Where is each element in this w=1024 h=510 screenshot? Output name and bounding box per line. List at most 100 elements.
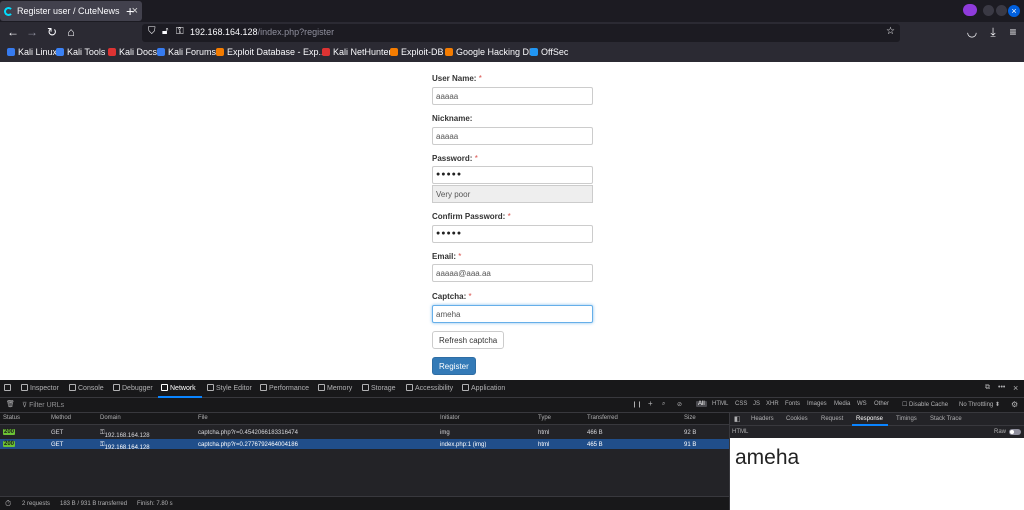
bookmark-exploit-database[interactable]: Exploit Database - Exp... xyxy=(216,47,326,57)
bookmark-exploit-db[interactable]: Exploit-DB xyxy=(390,47,444,57)
tab-storage[interactable]: Storage xyxy=(362,384,396,392)
search-icon[interactable]: ⌕ xyxy=(662,401,665,408)
back-icon[interactable]: ← xyxy=(6,25,20,39)
nickname-input[interactable] xyxy=(432,127,593,145)
url-bar[interactable]: ⛉ 🔓︎ ⚿ 192.168.164.128/index.php?registe… xyxy=(142,24,900,42)
element-picker-icon[interactable] xyxy=(4,384,13,392)
performance-analysis-icon[interactable]: ⏱ xyxy=(5,499,11,509)
tab-response[interactable]: Response xyxy=(856,416,883,422)
maximize-button[interactable] xyxy=(996,5,1007,16)
column-domain[interactable]: Domain xyxy=(100,415,121,421)
bookmark-star-icon[interactable]: ☆ xyxy=(886,26,895,37)
filter-ws[interactable]: WS xyxy=(857,401,867,407)
tab-network[interactable]: Network xyxy=(161,384,196,392)
tab-stack-trace[interactable]: Stack Trace xyxy=(930,416,962,422)
dock-options-icon[interactable]: ⧉ xyxy=(985,384,990,392)
tab-application[interactable]: Application xyxy=(462,384,505,392)
page-content: User Name: * Nickname: Password: * ●●●●●… xyxy=(0,62,1024,380)
filter-all[interactable]: All xyxy=(696,401,707,407)
column-transferred[interactable]: Transferred xyxy=(587,415,618,421)
tab-inspector[interactable]: Inspector xyxy=(21,384,59,392)
tab-performance[interactable]: Performance xyxy=(260,384,309,392)
tab-console[interactable]: Console xyxy=(69,384,104,392)
column-initiator[interactable]: Initiator xyxy=(440,415,460,421)
username-label: User Name: * xyxy=(432,74,482,83)
filter-xhr[interactable]: XHR xyxy=(766,401,779,407)
block-icon[interactable]: ⊘ xyxy=(677,401,682,408)
username-input[interactable] xyxy=(432,87,593,105)
kali-forums-icon xyxy=(157,48,165,56)
key-icon[interactable]: ⚿ xyxy=(176,26,184,37)
refresh-captcha-button[interactable]: Refresh captcha xyxy=(432,331,505,349)
bookmark-kali-forums[interactable]: Kali Forums xyxy=(157,47,216,57)
pocket-icon[interactable]: ◡ xyxy=(965,25,979,39)
column-status[interactable]: Status xyxy=(3,415,20,421)
column-file[interactable]: File xyxy=(198,415,208,421)
trash-icon[interactable]: 🗑︎ xyxy=(6,400,15,408)
tab-request[interactable]: Request xyxy=(821,416,843,422)
raw-toggle[interactable] xyxy=(1009,429,1021,435)
filter-media[interactable]: Media xyxy=(834,401,850,407)
column-size[interactable]: Size xyxy=(684,415,696,421)
tab-headers[interactable]: Headers xyxy=(751,416,774,422)
filter-css[interactable]: CSS xyxy=(735,401,747,407)
tab-memory[interactable]: Memory xyxy=(318,384,352,392)
tab-debugger[interactable]: Debugger xyxy=(113,384,153,392)
home-icon[interactable]: ⌂ xyxy=(64,25,78,39)
storage-icon xyxy=(362,384,369,391)
new-tab-button[interactable]: + xyxy=(126,3,134,19)
row-size: 91 B xyxy=(684,442,697,448)
tab-style-editor[interactable]: Style Editor xyxy=(207,384,252,392)
confirm-password-input[interactable]: ●●●●● xyxy=(432,225,593,243)
column-type[interactable]: Type xyxy=(538,415,551,421)
network-settings-icon[interactable]: ⚙ xyxy=(1011,400,1018,409)
register-button[interactable]: Register xyxy=(432,357,476,375)
nickname-label: Nickname: xyxy=(432,114,473,123)
window-close-button[interactable]: × xyxy=(1008,5,1020,17)
password-input[interactable]: ●●●●● xyxy=(432,166,593,184)
kali-tools-icon xyxy=(56,48,64,56)
filter-fonts[interactable]: Fonts xyxy=(785,401,800,407)
column-method[interactable]: Method xyxy=(51,415,71,421)
toggle-sidebar-icon[interactable]: ◧ xyxy=(734,415,741,423)
disable-cache-checkbox[interactable]: ☐ Disable Cache xyxy=(902,401,948,408)
kali-docs-icon xyxy=(108,48,116,56)
url-text[interactable]: 192.168.164.128/index.php?register xyxy=(190,27,334,37)
bookmark-kali-nethunter[interactable]: Kali NetHunter xyxy=(322,47,392,57)
shield-icon[interactable]: ⛉ xyxy=(148,26,156,37)
response-subheader: HTML Raw xyxy=(730,426,1024,438)
tab-accessibility[interactable]: Accessibility xyxy=(406,384,453,392)
tab-cookies[interactable]: Cookies xyxy=(786,416,808,422)
pause-icon[interactable]: ❙❙ xyxy=(632,401,642,408)
private-browsing-icon xyxy=(963,4,977,16)
captcha-input[interactable] xyxy=(432,305,593,323)
downloads-icon[interactable]: ⤓ xyxy=(986,25,1000,40)
filter-html[interactable]: HTML xyxy=(712,401,728,407)
console-icon xyxy=(69,384,76,391)
forward-icon[interactable]: → xyxy=(25,25,39,39)
email-input[interactable] xyxy=(432,264,593,282)
add-icon[interactable]: + xyxy=(648,399,653,408)
bookmark-kali-linux[interactable]: Kali Linux xyxy=(7,47,57,57)
throttling-select[interactable]: No Throttling ⬍ xyxy=(959,401,1000,408)
bookmark-offsec[interactable]: OffSec xyxy=(530,47,568,57)
filter-images[interactable]: Images xyxy=(807,401,827,407)
bookmark-kali-docs[interactable]: Kali Docs xyxy=(108,47,157,57)
reload-icon[interactable]: ↻ xyxy=(45,25,59,39)
menu-icon[interactable]: ≡ xyxy=(1006,25,1020,39)
more-options-icon[interactable]: ••• xyxy=(998,384,1005,391)
row-size: 92 B xyxy=(684,430,697,436)
filter-urls-input[interactable]: ⊽ Filter URLs xyxy=(22,401,64,409)
row-file: captcha.php?r=0.4542066183316474 xyxy=(198,430,298,436)
minimize-button[interactable] xyxy=(983,5,994,16)
filter-js[interactable]: JS xyxy=(753,401,760,407)
browser-tab[interactable]: Register user / CuteNews × xyxy=(0,1,142,21)
filter-other[interactable]: Other xyxy=(874,401,889,407)
tab-timings[interactable]: Timings xyxy=(896,416,917,422)
close-devtools-icon[interactable]: × xyxy=(1013,383,1018,393)
table-row[interactable]: 200 GET ⚿ 192.168.164.128 captcha.php?r=… xyxy=(0,427,729,439)
bookmark-kali-tools[interactable]: Kali Tools xyxy=(56,47,105,57)
request-count: 2 requests xyxy=(22,501,51,507)
bookmark-google-hacking-db[interactable]: Google Hacking DB xyxy=(445,47,535,57)
insecure-lock-icon[interactable]: 🔓︎ xyxy=(162,26,168,37)
